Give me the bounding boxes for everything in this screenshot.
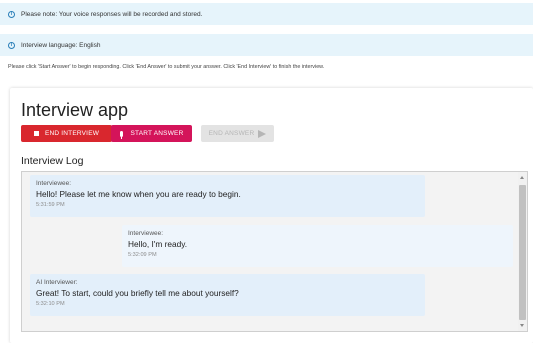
- end-interview-button[interactable]: END INTERVIEW: [21, 125, 112, 142]
- recording-notice: i Please note: Your voice responses will…: [0, 3, 533, 25]
- recording-notice-text: Please note: Your voice responses will b…: [21, 10, 203, 18]
- end-answer-button[interactable]: END ANSWER: [201, 125, 274, 142]
- scroll-down-arrow-icon[interactable]: [520, 324, 524, 327]
- send-arrow-icon: [258, 129, 267, 138]
- stop-icon: [33, 131, 39, 136]
- scroll-up-arrow-icon[interactable]: [520, 176, 524, 179]
- language-notice: i Interview language: English: [0, 34, 533, 56]
- log-scrollbar[interactable]: [518, 172, 527, 331]
- message-time: 5:32:10 PM: [36, 301, 65, 307]
- language-notice-text: Interview language: English: [21, 41, 101, 49]
- start-answer-button[interactable]: START ANSWER: [111, 125, 192, 142]
- log-message: Interviewee: Hello! Please let me know w…: [30, 175, 425, 217]
- end-interview-label: END INTERVIEW: [44, 130, 100, 137]
- message-role: Interviewee:: [36, 180, 72, 187]
- interview-log-title: Interview Log: [21, 155, 84, 167]
- microphone-icon: [119, 130, 123, 139]
- message-role: Interviewee:: [128, 230, 164, 237]
- message-time: 5:32:09 PM: [128, 252, 157, 258]
- instructions-text: Please click 'Start Answer' to begin res…: [8, 64, 325, 70]
- message-role: AI Interviewer:: [36, 279, 78, 286]
- end-answer-label: END ANSWER: [208, 130, 255, 137]
- message-text: Hello, I'm ready.: [128, 239, 188, 249]
- message-text: Great! To start, could you briefly tell …: [36, 288, 239, 298]
- info-icon: i: [8, 10, 15, 18]
- log-message: Interviewee: Hello, I'm ready. 5:32:09 P…: [122, 225, 513, 267]
- scrollbar-thumb[interactable]: [519, 185, 526, 320]
- log-message: AI Interviewer: Great! To start, could y…: [30, 274, 425, 316]
- start-answer-label: START ANSWER: [130, 130, 184, 137]
- message-text: Hello! Please let me know when you are r…: [36, 189, 241, 199]
- interview-log[interactable]: Interviewee: Hello! Please let me know w…: [21, 171, 528, 332]
- message-time: 5:31:59 PM: [36, 202, 65, 208]
- info-icon: i: [8, 41, 15, 49]
- app-title: Interview app: [21, 100, 129, 120]
- interview-app-panel: Interview app END INTERVIEW START ANSWER…: [10, 88, 533, 343]
